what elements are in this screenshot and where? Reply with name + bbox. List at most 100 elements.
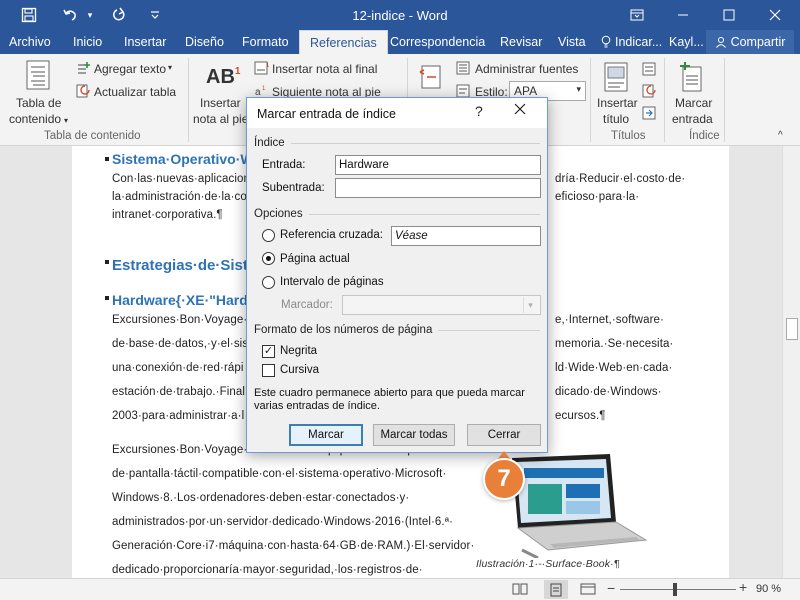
update-table-of-figures-icon[interactable] bbox=[642, 84, 656, 101]
bookmark-select[interactable]: ▾ bbox=[342, 295, 541, 315]
tab-archivo[interactable]: Archivo bbox=[9, 30, 51, 54]
page-range-label[interactable]: Intervalo de páginas bbox=[280, 276, 384, 288]
dialog-title: Marcar entrada de índice bbox=[257, 107, 396, 121]
insert-caption-label-1[interactable]: Insertar bbox=[597, 96, 638, 110]
mark-all-button[interactable]: Marcar todas bbox=[373, 424, 455, 446]
zoom-slider-track[interactable] bbox=[620, 589, 736, 590]
doc-text-fragment: memoria.·Se·necesita· bbox=[555, 338, 674, 350]
update-table-button[interactable]: Actualizar tabla bbox=[94, 85, 176, 99]
tab-inicio[interactable]: Inicio bbox=[73, 30, 102, 54]
insert-endnote-button[interactable]: Insertar nota al final bbox=[272, 62, 377, 76]
cross-reference-label[interactable]: Referencia cruzada: bbox=[280, 229, 383, 241]
dialog-note: Este cuadro permanece abierto para que p… bbox=[254, 387, 525, 412]
mark-entry-label-1[interactable]: Marcar bbox=[675, 96, 712, 110]
bullet-marker bbox=[105, 296, 109, 300]
add-text-dropdown-icon[interactable]: ▾ bbox=[168, 63, 172, 72]
citation-style-value: APA bbox=[514, 84, 538, 98]
doc-text-fragment: eficioso·para·la· bbox=[555, 191, 640, 203]
doc-heading: Sistema·Operativo·Wi bbox=[112, 151, 258, 167]
bullet-marker bbox=[105, 260, 109, 264]
zoom-slider-thumb[interactable] bbox=[673, 583, 677, 596]
collapse-ribbon-icon[interactable]: ^ bbox=[778, 130, 783, 141]
insert-table-of-figures-icon[interactable] bbox=[642, 62, 656, 79]
ribbon-display-options-icon[interactable] bbox=[614, 0, 660, 30]
index-group-label: Índice bbox=[689, 130, 720, 142]
bold-label[interactable]: Negrita bbox=[280, 345, 317, 357]
minimize-icon[interactable] bbox=[660, 0, 706, 30]
close-icon[interactable] bbox=[513, 101, 527, 121]
doc-text-line: Windows·8.·Los·ordenadores·deben·estar·c… bbox=[112, 492, 410, 504]
mark-entry-label-2[interactable]: entrada bbox=[672, 112, 713, 126]
tab-vista[interactable]: Vista bbox=[558, 30, 586, 54]
figure-caption: Ilustración·1·-·Surface·Book·¶ bbox=[476, 558, 620, 570]
svg-text:1: 1 bbox=[266, 63, 270, 69]
mark-index-entry-dialog: Marcar entrada de índice ? Índice Entrad… bbox=[246, 97, 548, 453]
toc-label-1[interactable]: Tabla de bbox=[16, 96, 61, 110]
add-text-icon bbox=[76, 61, 90, 78]
step-callout: 7 bbox=[483, 458, 525, 500]
update-table-icon bbox=[76, 84, 90, 101]
close-window-icon[interactable] bbox=[752, 0, 798, 30]
insert-footnote-label-2[interactable]: nota al pie bbox=[193, 112, 248, 126]
zoom-out-button[interactable]: − bbox=[607, 580, 615, 596]
bookmark-label: Marcador: bbox=[281, 299, 333, 311]
entry-input[interactable] bbox=[335, 155, 541, 175]
italic-checkbox[interactable] bbox=[262, 364, 275, 377]
subentry-label: Subentrada: bbox=[262, 182, 325, 194]
lightbulb-icon bbox=[601, 35, 611, 49]
maximize-icon[interactable] bbox=[706, 0, 752, 30]
add-text-button[interactable]: Agregar texto bbox=[94, 62, 166, 76]
tell-me-label: Indicar... bbox=[615, 35, 663, 49]
cross-reference-input[interactable] bbox=[391, 226, 541, 246]
tab-diseno[interactable]: Diseño bbox=[185, 30, 224, 54]
footnote-ab-glyph: AB bbox=[206, 66, 235, 88]
cross-reference-icon[interactable] bbox=[642, 106, 656, 123]
help-icon[interactable]: ? bbox=[475, 103, 483, 119]
share-label: Compartir bbox=[730, 35, 786, 49]
italic-label[interactable]: Cursiva bbox=[280, 364, 319, 376]
captions-group-label: Títulos bbox=[611, 130, 646, 142]
toc-dropdown-icon[interactable]: ▾ bbox=[64, 116, 68, 125]
tab-referencias[interactable]: Referencias bbox=[299, 30, 388, 54]
doc-text-fragment: dicado·de·Windows· bbox=[555, 386, 662, 398]
page-number-format-section: Formato de los números de página bbox=[254, 324, 540, 336]
tab-correspondencia[interactable]: Correspondencia bbox=[390, 30, 485, 54]
person-icon bbox=[715, 36, 727, 48]
doc-text-line: una·conexión·de·red·rápi bbox=[112, 362, 244, 374]
insert-caption-label-2[interactable]: título bbox=[603, 112, 629, 126]
read-mode-icon[interactable] bbox=[512, 582, 528, 599]
bullet-marker bbox=[105, 157, 109, 161]
scrollbar-thumb[interactable] bbox=[786, 318, 798, 340]
tab-revisar[interactable]: Revisar bbox=[500, 30, 542, 54]
share-button[interactable]: Compartir bbox=[706, 30, 794, 54]
subentry-input[interactable] bbox=[335, 178, 541, 198]
table-of-contents-icon bbox=[26, 60, 50, 93]
vertical-scrollbar[interactable] bbox=[782, 146, 800, 578]
toc-label-2[interactable]: contenido bbox=[9, 112, 61, 126]
page-range-radio[interactable] bbox=[262, 276, 275, 289]
current-page-radio[interactable] bbox=[262, 252, 275, 265]
index-section: Índice bbox=[254, 137, 540, 149]
zoom-in-button[interactable]: + bbox=[739, 579, 747, 595]
options-section-label: Opciones bbox=[254, 208, 303, 220]
tab-formato[interactable]: Formato bbox=[242, 30, 289, 54]
ribbon-tabs: Archivo Inicio Insertar Diseño Formato R… bbox=[0, 30, 800, 54]
doc-heading: Hardware{·XE·"Hardw bbox=[112, 292, 259, 308]
current-page-label[interactable]: Página actual bbox=[280, 253, 350, 265]
mark-button[interactable]: Marcar bbox=[289, 424, 363, 446]
tell-me-box[interactable]: Indicar... bbox=[601, 30, 662, 54]
insert-footnote-label-1[interactable]: Insertar bbox=[200, 96, 241, 110]
web-layout-icon[interactable] bbox=[580, 582, 596, 599]
manage-sources-button[interactable]: Administrar fuentes bbox=[475, 62, 578, 76]
bold-checkbox[interactable]: ✓ bbox=[262, 345, 275, 358]
user-name[interactable]: Kayl... bbox=[669, 30, 704, 54]
close-button[interactable]: Cerrar bbox=[467, 424, 541, 446]
print-layout-icon[interactable] bbox=[544, 580, 568, 599]
insert-caption-icon bbox=[604, 62, 628, 95]
entry-label: Entrada: bbox=[262, 159, 306, 171]
tab-insertar[interactable]: Insertar bbox=[124, 30, 166, 54]
chevron-down-icon: ▾ bbox=[576, 84, 581, 94]
cross-reference-radio[interactable] bbox=[262, 229, 275, 242]
svg-text:1: 1 bbox=[262, 86, 266, 92]
zoom-level[interactable]: 90 % bbox=[756, 583, 781, 595]
